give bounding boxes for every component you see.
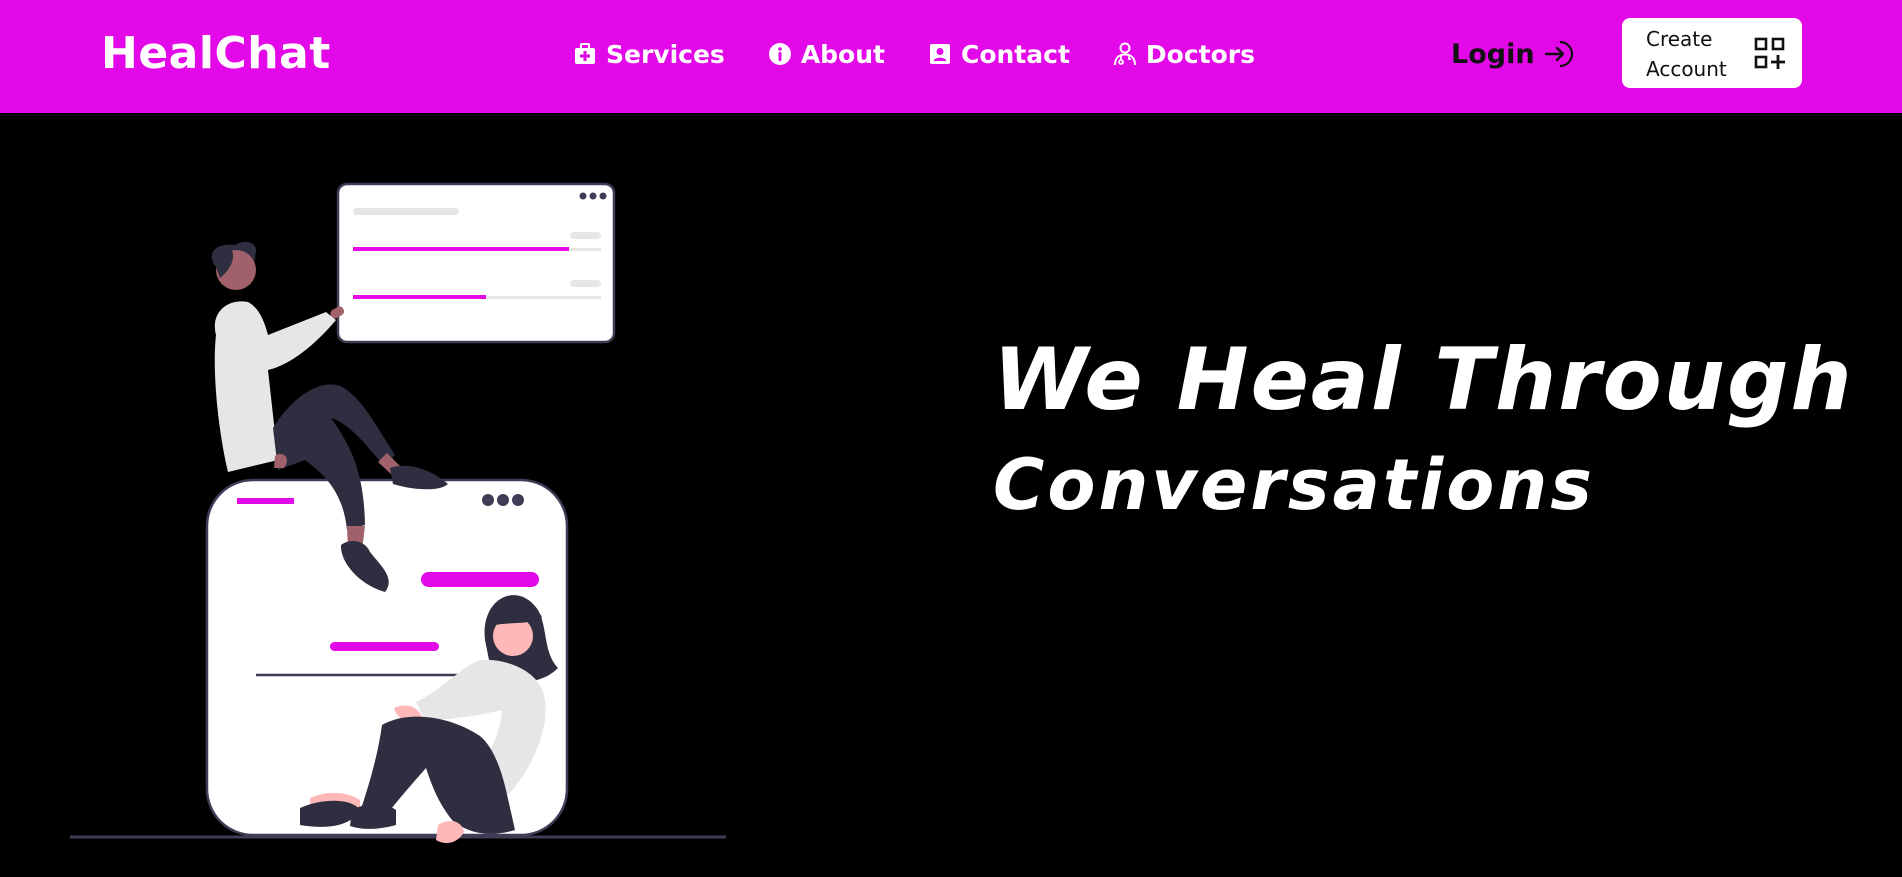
nav-services[interactable]: Services [572,40,725,69]
info-icon [767,41,793,67]
hero-illustration [60,170,740,860]
contact-card-icon [927,41,953,67]
nav-about[interactable]: About [767,40,885,69]
nav-links: Services About Contact Doctors [572,36,1255,72]
nav-about-label: About [800,39,885,69]
dashboard-card-graphic [336,182,616,344]
login-arrow-icon [1543,38,1575,70]
create-account-label: Create Account [1646,27,1727,81]
brand-logo[interactable]: HealChat [101,28,331,80]
nav-doctors-label: Doctors [1145,39,1255,69]
nav-contact-label: Contact [960,39,1070,69]
hero-headline-line2: Conversations [993,444,1595,526]
hero-headline-line1: We Heal Through [993,330,1854,430]
top-navbar: HealChat Services About Contact Doctors … [0,0,1902,113]
medical-kit-icon [572,41,598,67]
nav-contact[interactable]: Contact [927,40,1070,69]
doctor-icon [1112,41,1138,67]
create-account-button[interactable]: Create Account [1622,18,1802,88]
nav-services-label: Services [606,39,725,69]
grid-add-icon [1754,37,1786,75]
nav-doctors[interactable]: Doctors [1112,40,1255,69]
login-link[interactable]: Login [1451,36,1575,72]
hero-headline: We Heal Through Conversations [993,325,1854,535]
login-label: Login [1451,38,1535,70]
